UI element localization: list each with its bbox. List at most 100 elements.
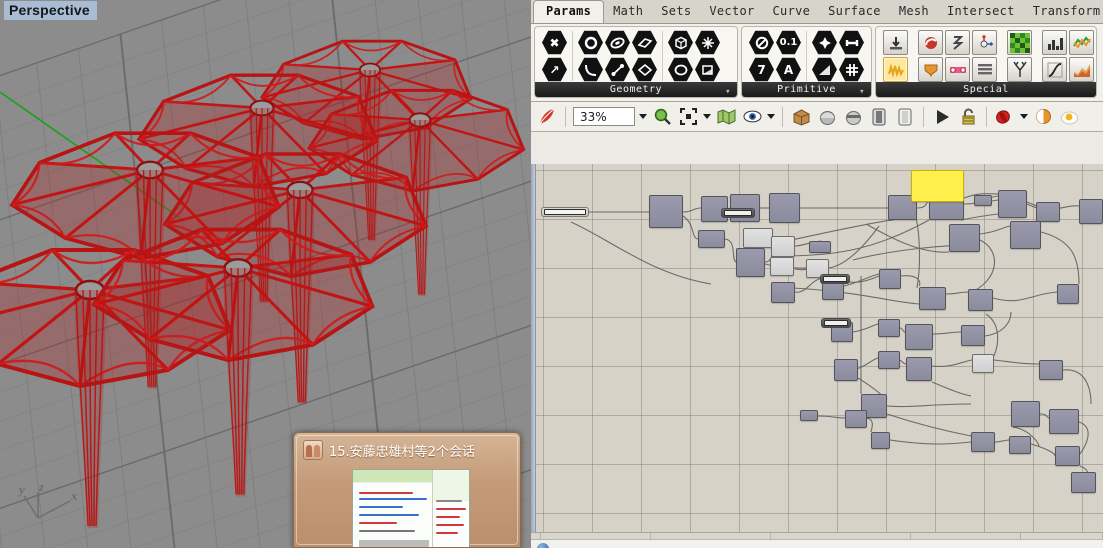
bake-dropdown-icon[interactable] xyxy=(1020,114,1028,119)
gh-component[interactable] xyxy=(698,230,725,248)
gh-component[interactable] xyxy=(968,289,993,311)
param-interval2d-icon[interactable] xyxy=(839,57,864,82)
param-complex-icon[interactable] xyxy=(812,30,837,55)
tab-intersect[interactable]: Intersect xyxy=(938,1,1024,23)
gh-component[interactable] xyxy=(834,359,858,381)
cluster-box-icon[interactable] xyxy=(790,106,812,128)
gh-component-selected[interactable] xyxy=(911,170,964,202)
param-slider-icon[interactable] xyxy=(945,57,970,82)
gh-component[interactable] xyxy=(809,241,831,253)
gh-component[interactable] xyxy=(800,410,818,421)
param-point-icon[interactable]: ✖ xyxy=(542,30,567,55)
param-graph-mapper-icon[interactable] xyxy=(1042,57,1067,82)
qq-message-popup[interactable]: 15.安藤忠雄村等2个会话 xyxy=(293,432,521,548)
gh-component[interactable] xyxy=(919,287,946,310)
gh-component[interactable] xyxy=(1071,472,1096,493)
param-relay-icon[interactable] xyxy=(945,30,970,55)
param-chart-area-icon[interactable] xyxy=(1069,57,1094,82)
number-slider[interactable] xyxy=(721,208,755,218)
param-mesh-icon[interactable] xyxy=(695,30,720,55)
param-integer-icon[interactable]: 7 xyxy=(749,57,774,82)
param-colour-swatch-icon[interactable] xyxy=(1007,30,1032,55)
viewport-title-perspective[interactable]: Perspective xyxy=(4,1,97,20)
gh-component[interactable] xyxy=(971,432,995,452)
chevron-down-icon[interactable] xyxy=(639,114,647,119)
component-ribbon[interactable]: ✖ ↗ Geometry ▾ 0.1 7 A Primitive ▾ Speci… xyxy=(531,24,1103,102)
param-curve-icon[interactable] xyxy=(578,57,603,82)
gh-component[interactable] xyxy=(743,228,773,248)
number-slider[interactable] xyxy=(820,274,850,284)
gh-component[interactable] xyxy=(1055,446,1080,466)
bake-icon[interactable] xyxy=(994,106,1016,128)
param-geometry-icon[interactable] xyxy=(668,57,693,82)
gh-component[interactable] xyxy=(871,432,890,449)
tab-params[interactable]: Params xyxy=(533,0,605,23)
gh-component[interactable] xyxy=(1036,202,1060,222)
named-views-icon[interactable] xyxy=(715,106,737,128)
slider-track[interactable] xyxy=(823,276,847,282)
grasshopper-feather-icon[interactable] xyxy=(536,106,558,128)
param-line-icon[interactable] xyxy=(605,57,630,82)
gh-component[interactable] xyxy=(736,248,765,277)
param-boolean-icon[interactable] xyxy=(749,30,774,55)
number-slider[interactable] xyxy=(541,207,589,217)
gh-component[interactable] xyxy=(770,257,794,276)
gh-component[interactable] xyxy=(878,319,900,337)
slider-track[interactable] xyxy=(824,320,848,326)
param-multiline-icon[interactable] xyxy=(972,57,997,82)
tab-mesh[interactable]: Mesh xyxy=(890,1,938,23)
tab-math[interactable]: Math xyxy=(604,1,652,23)
gh-component[interactable] xyxy=(998,190,1027,218)
grasshopper-canvas[interactable] xyxy=(531,164,1103,532)
gh-component[interactable] xyxy=(1039,360,1063,380)
gh-component[interactable] xyxy=(906,357,932,381)
preview-dropdown-icon[interactable] xyxy=(767,114,775,119)
gh-component[interactable] xyxy=(879,269,901,289)
zoom-find-icon[interactable] xyxy=(651,106,673,128)
param-gradient-icon[interactable] xyxy=(812,57,837,82)
toggle-preview-icon[interactable] xyxy=(894,106,916,128)
slider-track[interactable] xyxy=(724,210,752,216)
preview-wireframe-icon[interactable] xyxy=(842,106,864,128)
component-tab-bar[interactable]: Params Math Sets Vector Curve Surface Me… xyxy=(531,0,1103,24)
gh-component[interactable] xyxy=(1009,436,1031,454)
tab-surface[interactable]: Surface xyxy=(819,1,890,23)
param-geometry-pipeline-icon[interactable] xyxy=(695,57,720,82)
canvas-toolbar[interactable]: 33% xyxy=(531,102,1103,132)
lock-solver-icon[interactable] xyxy=(957,106,979,128)
gh-component[interactable] xyxy=(769,193,800,223)
param-data-tree-icon[interactable] xyxy=(1007,57,1032,82)
param-panel-icon[interactable] xyxy=(918,57,943,82)
canvas-scrollbar-vertical[interactable] xyxy=(531,164,536,532)
param-circle-icon[interactable] xyxy=(578,30,603,55)
param-interval-icon[interactable] xyxy=(839,30,864,55)
gh-component[interactable] xyxy=(1049,409,1079,434)
param-jump-icon[interactable] xyxy=(918,30,943,55)
param-cluster-icon[interactable] xyxy=(972,30,997,55)
preview-off-icon[interactable] xyxy=(868,106,890,128)
param-chart-line-icon[interactable] xyxy=(1069,30,1094,55)
param-chart-bar-icon[interactable] xyxy=(1042,30,1067,55)
preview-shaded-icon[interactable] xyxy=(816,106,838,128)
tab-vector[interactable]: Vector xyxy=(700,1,763,23)
panel-expand-icon[interactable]: ▾ xyxy=(725,85,731,100)
param-brep-icon[interactable] xyxy=(632,30,657,55)
param-vector-icon[interactable]: ↗ xyxy=(542,57,567,82)
param-data-input-icon[interactable] xyxy=(883,30,908,55)
gh-component[interactable] xyxy=(845,410,867,428)
param-data-output-icon[interactable] xyxy=(883,57,908,82)
gh-component[interactable] xyxy=(771,236,795,257)
param-plane-icon[interactable] xyxy=(632,57,657,82)
zoom-extents-dropdown-icon[interactable] xyxy=(703,114,711,119)
preview-settings-icon[interactable] xyxy=(1032,106,1054,128)
tab-transform[interactable]: Transform xyxy=(1024,1,1103,23)
gh-component[interactable] xyxy=(771,282,795,303)
param-number-icon[interactable]: 0.1 xyxy=(776,30,801,55)
gh-component[interactable] xyxy=(878,351,900,369)
gh-component[interactable] xyxy=(649,195,683,228)
gh-component[interactable] xyxy=(1079,199,1103,224)
gh-component[interactable] xyxy=(1011,401,1040,427)
gh-component[interactable] xyxy=(961,325,985,346)
slider-track[interactable] xyxy=(544,209,586,215)
gh-component[interactable] xyxy=(1010,221,1041,249)
